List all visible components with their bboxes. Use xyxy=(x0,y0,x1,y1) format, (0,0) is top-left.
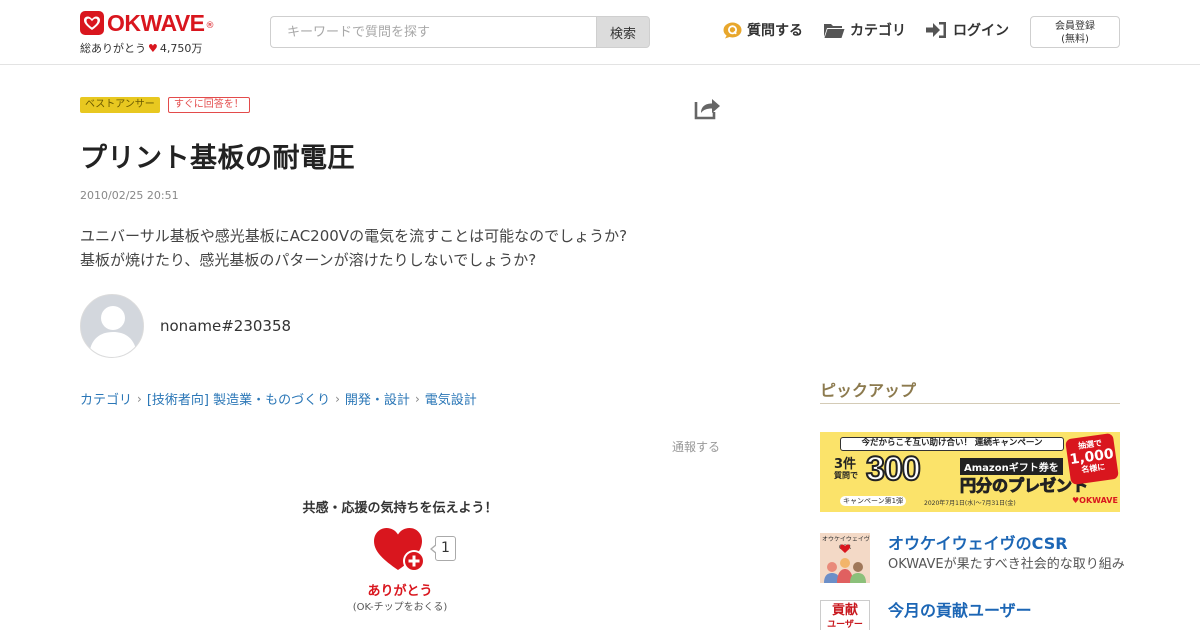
question-author[interactable]: noname#230358 xyxy=(80,294,291,358)
logo-registered-mark: ® xyxy=(205,21,215,31)
search-bar: 検索 xyxy=(270,16,650,48)
search-button[interactable]: 検索 xyxy=(596,16,650,48)
banner-amount: 300 xyxy=(865,449,922,489)
q-bubble-icon xyxy=(723,22,742,38)
nav-login[interactable]: ログイン xyxy=(926,20,1009,40)
pickup-item-csr[interactable]: オウケイウェイヴ CSR オウケイウェイヴのCSR OKWAVEが果たすべき社会… xyxy=(820,533,1125,583)
thanks-button-label[interactable]: ありがとう xyxy=(340,580,460,599)
banner-lottery-suffix: 名様に xyxy=(1080,462,1106,475)
nav-ask-question[interactable]: 質問する xyxy=(723,20,803,40)
avatar xyxy=(80,294,144,358)
banner-lead: 3件 質問で xyxy=(834,458,858,481)
nav-category-label: カテゴリ xyxy=(850,23,906,39)
banner-logo-text: OKWAVE xyxy=(1079,496,1118,505)
total-thanks-count: 4,750万 xyxy=(159,42,203,55)
csr-thumbnail: オウケイウェイヴ CSR xyxy=(820,533,870,583)
contributors-thumbnail: 貢献 ユーザー xyxy=(820,600,870,630)
heart-icon: ♥ xyxy=(148,41,158,55)
report-link[interactable]: 通報する xyxy=(672,438,720,455)
login-arrow-icon xyxy=(926,22,946,38)
author-username: noname#230358 xyxy=(160,317,292,335)
okwave-logo[interactable]: OKWAVE ® xyxy=(80,11,215,35)
chevron-right-icon: › xyxy=(137,391,142,406)
logo-text: OKWAVE xyxy=(107,10,205,36)
heart-plus-icon[interactable] xyxy=(372,526,428,572)
chevron-right-icon: › xyxy=(414,391,420,406)
banner-lottery-badge: 抽選で 1,000 名様に xyxy=(1065,432,1119,486)
question-body-line: 基板が焼けたり、感光基板のパターンが溶けたりしないでしょうか? xyxy=(80,251,537,269)
register-label: 会員登録 xyxy=(1055,21,1095,32)
contributors-thumbnail-line: 貢献 xyxy=(831,603,858,618)
csr-description: OKWAVEが果たすべき社会的な取り組み xyxy=(888,557,1125,572)
breadcrumb-item[interactable]: カテゴリ xyxy=(80,389,132,408)
question-body: ユニバーサル基板や感光基板にAC200Vの電気を流すことは可能なのでしょうか? … xyxy=(80,224,720,272)
breadcrumb-item[interactable]: 電気設計 xyxy=(425,389,477,408)
nav-category[interactable]: カテゴリ xyxy=(823,20,906,40)
banner-lead-unit: 質問で xyxy=(834,471,858,480)
question-badges: ベストアンサー すぐに回答を！ xyxy=(80,97,250,113)
share-icon[interactable] xyxy=(693,95,721,121)
contributors-thumbnail-text: 貢献 ユーザー xyxy=(821,604,869,630)
breadcrumb-item[interactable]: [技術者向] 製造業・ものづくり xyxy=(147,389,330,408)
nav-ask-label: 質問する xyxy=(747,23,803,39)
banner-lead-count: 3件 xyxy=(834,457,857,472)
banner-period: 2020年7月1日(水)～7月31日(金) xyxy=(924,500,1016,507)
thanks-count: 1 xyxy=(430,536,456,561)
question-body-line: ユニバーサル基板や感光基板にAC200Vの電気を流すことは可能なのでしょうか? xyxy=(80,227,628,245)
pickup-item-contributors[interactable]: 貢献 ユーザー 今月の貢献ユーザー xyxy=(820,600,1032,630)
banner-headline: 今だからこそ互い助け合い！ 連続キャンペーン xyxy=(840,437,1064,451)
nav-login-label: ログイン xyxy=(953,23,1009,39)
pickup-heading: ピックアップ xyxy=(820,377,1120,404)
banner-campaign-number: キャンペーン第1弾 xyxy=(840,496,907,506)
banner-logo: ♥OKWAVE xyxy=(1072,496,1118,505)
search-input[interactable] xyxy=(270,16,596,48)
breadcrumb-item[interactable]: 開発・設計 xyxy=(345,389,410,408)
csr-title: オウケイウェイヴのCSR xyxy=(888,534,1068,553)
question-title: プリント基板の耐電圧 xyxy=(80,143,355,174)
contributors-title: 今月の貢献ユーザー xyxy=(888,601,1032,620)
register-button[interactable]: 会員登録 (無料) xyxy=(1030,16,1120,48)
contributors-thumbnail-line: ユーザー xyxy=(827,620,863,630)
register-free-label: (無料) xyxy=(1061,34,1089,45)
chevron-right-icon: › xyxy=(335,391,340,406)
total-thanks-label: 総ありがとう xyxy=(80,42,146,55)
breadcrumb: カテゴリ › [技術者向] 製造業・ものづくり › 開発・設計 › 電気設計 xyxy=(80,389,477,409)
question-date: 2010/02/25 20:51 xyxy=(80,189,179,202)
site-header: OKWAVE ® 総ありがとう ♥ 4,750万 検索 質問する カテゴリ ログ… xyxy=(0,0,1200,65)
csr-text: オウケイウェイヴのCSR OKWAVEが果たすべき社会的な取り組み xyxy=(888,533,1125,583)
banner-present-label: 円分のプレゼント xyxy=(959,476,1089,496)
heart-logo-icon xyxy=(80,11,104,35)
folder-icon xyxy=(824,23,845,38)
people-illustration-icon xyxy=(824,544,866,583)
default-avatar-icon xyxy=(81,295,143,357)
urgent-badge: すぐに回答を！ xyxy=(167,97,250,113)
total-thanks: 総ありがとう ♥ 4,750万 xyxy=(80,40,202,56)
campaign-banner[interactable]: 今だからこそ互い助け合い！ 連続キャンペーン 3件 質問で 300 Amazon… xyxy=(820,432,1120,512)
cheer-label: 共感・応援の気持ちを伝えよう！ xyxy=(302,501,498,516)
thanks-sub-label: (OK-チップをおくる) xyxy=(352,602,448,613)
contributors-text: 今月の貢献ユーザー xyxy=(888,600,1032,630)
best-answer-badge: ベストアンサー xyxy=(80,97,160,113)
